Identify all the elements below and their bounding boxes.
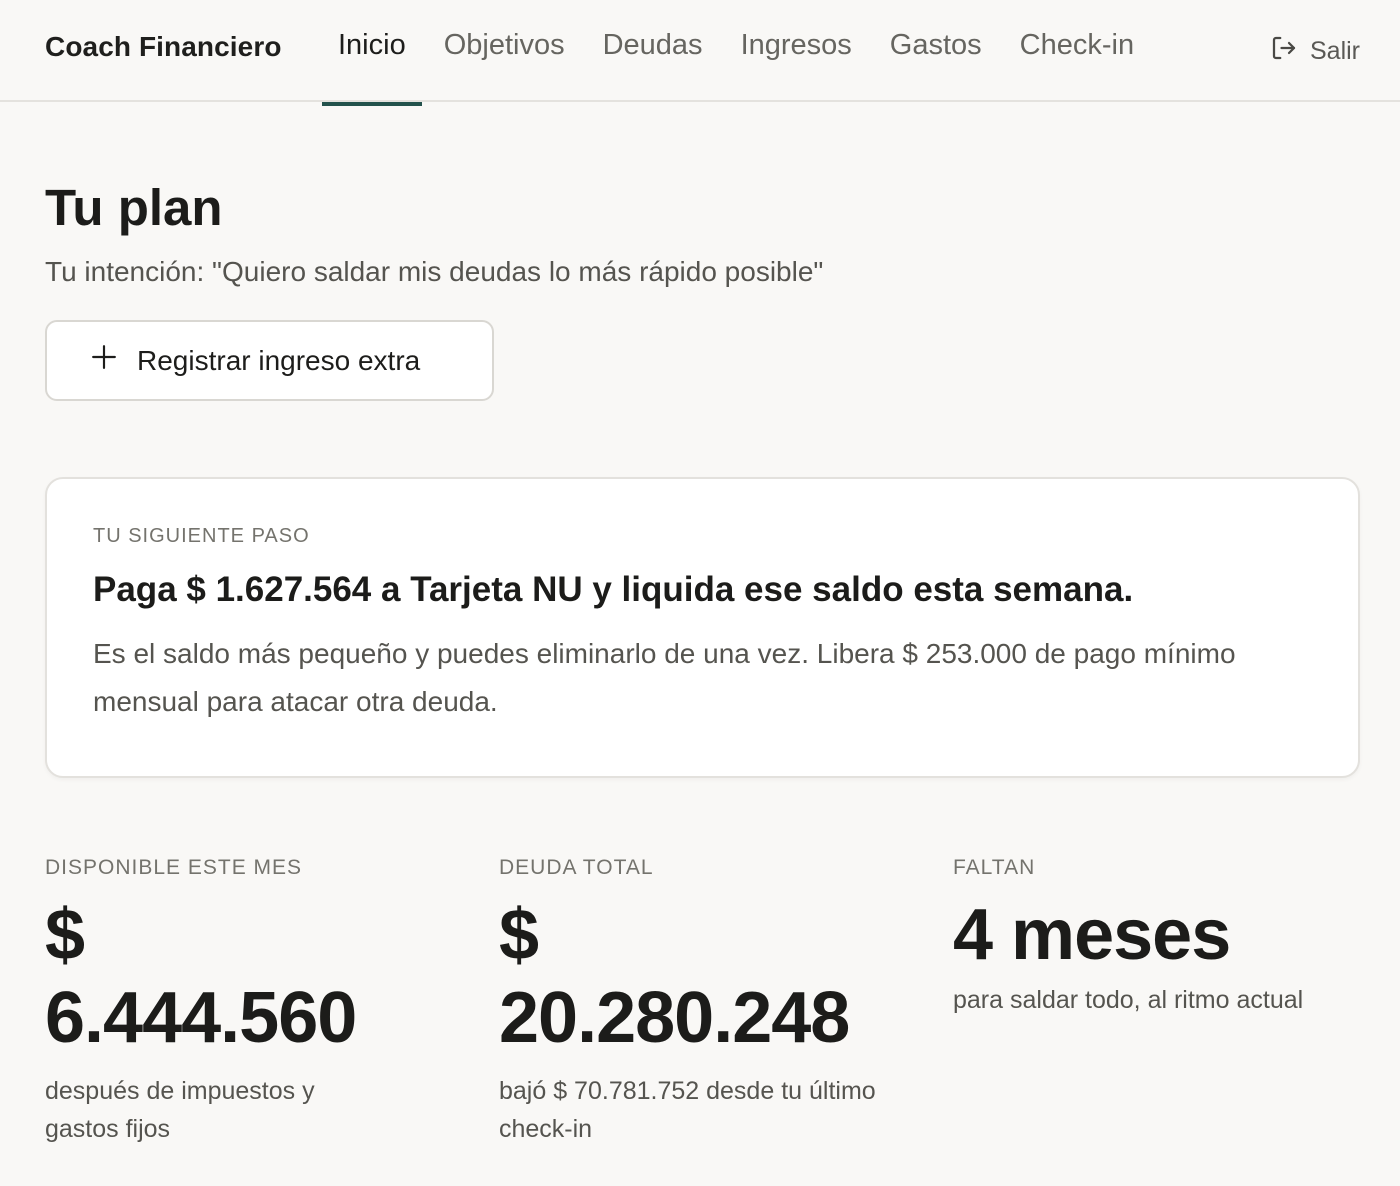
register-extra-income-button[interactable]: Registrar ingreso extra	[45, 320, 494, 401]
stat-available-this-month: DISPONIBLE ESTE MES $ 6.444.560 después …	[45, 856, 485, 1148]
next-step-eyebrow: TU SIGUIENTE PASO	[93, 525, 310, 547]
nav-tab-deudas[interactable]: Deudas	[587, 0, 719, 102]
stat-note: bajó $ 70.781.752 desde tu último check-…	[499, 1077, 876, 1143]
stat-note: para saldar todo, al ritmo actual	[953, 986, 1304, 1014]
page-title: Tu plan	[45, 179, 223, 236]
stat-value-amount: 6.444.560	[45, 978, 357, 1058]
stat-total-debt: DEUDA TOTAL $ 20.280.248 bajó $ 70.781.7…	[499, 856, 939, 1148]
stat-value-amount: 20.280.248	[499, 978, 850, 1058]
top-navigation-bar: Coach Financiero Inicio Objetivos Deudas…	[0, 0, 1400, 106]
stat-value-currency: $	[45, 895, 85, 975]
logout-icon	[1269, 33, 1299, 70]
stat-value: 4 meses	[953, 895, 1231, 975]
stat-label: FALTAN	[953, 856, 1036, 879]
logout-button[interactable]: Salir	[1269, 33, 1360, 70]
next-step-description: Es el saldo más pequeño y puedes elimina…	[93, 638, 1236, 717]
nav-tab-inicio[interactable]: Inicio	[322, 0, 422, 106]
user-intent-text: Tu intención: "Quiero saldar mis deudas …	[45, 256, 824, 287]
stat-time-remaining: FALTAN 4 meses para saldar todo, al ritm…	[953, 856, 1393, 1019]
next-step-card: TU SIGUIENTE PASO Paga $ 1.627.564 a Tar…	[45, 477, 1360, 778]
main-nav: Inicio Objetivos Deudas Ingresos Gastos …	[322, 0, 1156, 106]
stat-label: DEUDA TOTAL	[499, 856, 654, 879]
stat-value: $ 6.444.560	[45, 894, 485, 1060]
nav-tab-gastos[interactable]: Gastos	[874, 0, 998, 102]
stat-value: $ 20.280.248	[499, 894, 939, 1060]
stat-value-currency: $	[499, 895, 539, 975]
plus-icon	[91, 344, 117, 377]
app-brand[interactable]: Coach Financiero	[45, 31, 282, 63]
stat-label: DISPONIBLE ESTE MES	[45, 856, 303, 879]
stat-note: después de impuestos y gastos fijos	[45, 1077, 315, 1143]
nav-tab-ingresos[interactable]: Ingresos	[725, 0, 868, 102]
nav-tab-objetivos[interactable]: Objetivos	[428, 0, 581, 102]
next-step-heading: Paga $ 1.627.564 a Tarjeta NU y liquida …	[93, 570, 1134, 609]
register-extra-income-label: Registrar ingreso extra	[137, 344, 421, 376]
logout-label: Salir	[1309, 37, 1360, 65]
nav-tab-check-in[interactable]: Check-in	[1004, 0, 1150, 102]
